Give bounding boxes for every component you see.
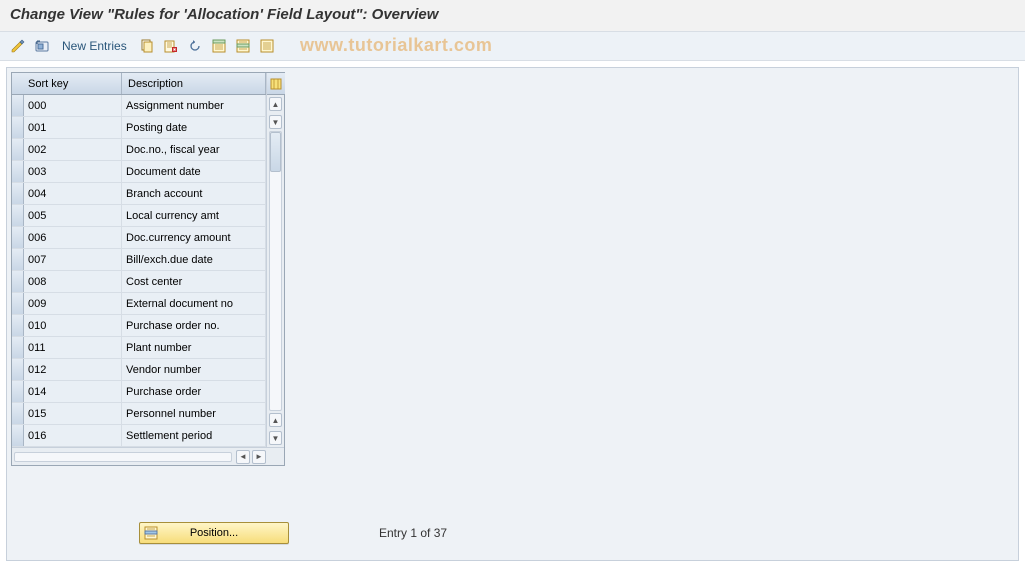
hscroll-track[interactable]	[14, 452, 232, 462]
cell-sort-key[interactable]: 002	[24, 139, 122, 160]
row-selector[interactable]	[12, 315, 24, 336]
deselect-all-icon[interactable]	[257, 36, 277, 56]
scrollbar-thumb[interactable]	[270, 132, 281, 172]
table-row[interactable]: 011Plant number	[12, 337, 266, 359]
table-row[interactable]: 005Local currency amt	[12, 205, 266, 227]
copy-as-icon[interactable]	[137, 36, 157, 56]
cell-sort-key[interactable]: 007	[24, 249, 122, 270]
table-row[interactable]: 000Assignment number	[12, 95, 266, 117]
cell-description[interactable]: Settlement period	[122, 425, 266, 446]
row-selector[interactable]	[12, 293, 24, 314]
table-row[interactable]: 002Doc.no., fiscal year	[12, 139, 266, 161]
cell-description[interactable]: Local currency amt	[122, 205, 266, 226]
cell-sort-key[interactable]: 009	[24, 293, 122, 314]
table-row[interactable]: 014Purchase order	[12, 381, 266, 403]
page-title: Change View "Rules for 'Allocation' Fiel…	[0, 0, 1025, 31]
cell-description[interactable]: Purchase order	[122, 381, 266, 402]
cell-description[interactable]: External document no	[122, 293, 266, 314]
table-row[interactable]: 001Posting date	[12, 117, 266, 139]
column-header-description[interactable]: Description	[122, 73, 266, 94]
cell-sort-key[interactable]: 003	[24, 161, 122, 182]
row-selector[interactable]	[12, 161, 24, 182]
table-row[interactable]: 008Cost center	[12, 271, 266, 293]
cell-description[interactable]: Doc.currency amount	[122, 227, 266, 248]
footer-row: Position... Entry 1 of 37	[139, 522, 447, 544]
select-all-icon[interactable]	[209, 36, 229, 56]
cell-description[interactable]: Cost center	[122, 271, 266, 292]
position-button-label: Position...	[190, 527, 238, 539]
table-row[interactable]: 009External document no	[12, 293, 266, 315]
row-selector[interactable]	[12, 117, 24, 138]
cell-description[interactable]: Bill/exch.due date	[122, 249, 266, 270]
table-row[interactable]: 006Doc.currency amount	[12, 227, 266, 249]
row-selector[interactable]	[12, 271, 24, 292]
scroll-up-button[interactable]: ▲	[269, 97, 282, 111]
row-selector[interactable]	[12, 381, 24, 402]
cell-sort-key[interactable]: 011	[24, 337, 122, 358]
cell-sort-key[interactable]: 001	[24, 117, 122, 138]
row-selector[interactable]	[12, 139, 24, 160]
cell-sort-key[interactable]: 015	[24, 403, 122, 424]
undo-icon[interactable]	[185, 36, 205, 56]
cell-sort-key[interactable]: 008	[24, 271, 122, 292]
row-selector[interactable]	[12, 227, 24, 248]
table-row[interactable]: 004Branch account	[12, 183, 266, 205]
scrollbar-track[interactable]	[269, 131, 282, 411]
scroll-down-button-2[interactable]: ▼	[269, 431, 282, 445]
watermark: www.tutorialkart.com	[300, 35, 492, 56]
row-selector[interactable]	[12, 205, 24, 226]
column-header-sort-key[interactable]: Sort key	[12, 73, 122, 94]
cell-sort-key[interactable]: 012	[24, 359, 122, 380]
cell-sort-key[interactable]: 004	[24, 183, 122, 204]
row-selector[interactable]	[12, 249, 24, 270]
cell-description[interactable]: Branch account	[122, 183, 266, 204]
toggle-display-change-icon[interactable]	[8, 36, 28, 56]
configure-columns-icon[interactable]	[267, 73, 285, 95]
entry-counter: Entry 1 of 37	[379, 526, 447, 540]
horizontal-scrollbar[interactable]: ◄ ►	[12, 447, 284, 465]
cell-description[interactable]: Assignment number	[122, 95, 266, 116]
scroll-up-button-2[interactable]: ▲	[269, 413, 282, 427]
row-selector[interactable]	[12, 337, 24, 358]
content-area: Sort key Description 000Assignment numbe…	[6, 67, 1019, 561]
scroll-down-button[interactable]: ▼	[269, 115, 282, 129]
table-row[interactable]: 016Settlement period	[12, 425, 266, 447]
new-entries-button[interactable]: New Entries	[56, 37, 133, 55]
select-block-icon[interactable]	[233, 36, 253, 56]
table-row[interactable]: 015Personnel number	[12, 403, 266, 425]
row-selector[interactable]	[12, 359, 24, 380]
cell-sort-key[interactable]: 014	[24, 381, 122, 402]
cell-sort-key[interactable]: 006	[24, 227, 122, 248]
position-icon	[144, 526, 158, 540]
cell-description[interactable]: Posting date	[122, 117, 266, 138]
cell-sort-key[interactable]: 000	[24, 95, 122, 116]
toolbar: New Entries www.tutorialkart.com	[0, 31, 1025, 61]
table-row[interactable]: 007Bill/exch.due date	[12, 249, 266, 271]
row-selector[interactable]	[12, 425, 24, 446]
scroll-left-button[interactable]: ◄	[236, 450, 250, 464]
cell-sort-key[interactable]: 010	[24, 315, 122, 336]
table-row[interactable]: 010Purchase order no.	[12, 315, 266, 337]
row-selector[interactable]	[12, 95, 24, 116]
position-button[interactable]: Position...	[139, 522, 289, 544]
cell-description[interactable]: Purchase order no.	[122, 315, 266, 336]
cell-description[interactable]: Doc.no., fiscal year	[122, 139, 266, 160]
cell-description[interactable]: Personnel number	[122, 403, 266, 424]
cell-description[interactable]: Document date	[122, 161, 266, 182]
cell-description[interactable]: Vendor number	[122, 359, 266, 380]
vertical-scrollbar[interactable]: ▲ ▼ ▲ ▼	[266, 73, 284, 447]
table-header-row: Sort key Description	[12, 73, 266, 95]
scroll-right-button[interactable]: ►	[252, 450, 266, 464]
row-selector[interactable]	[12, 403, 24, 424]
cell-description[interactable]: Plant number	[122, 337, 266, 358]
table-row[interactable]: 003Document date	[12, 161, 266, 183]
table: Sort key Description 000Assignment numbe…	[11, 72, 285, 466]
delete-icon[interactable]	[161, 36, 181, 56]
cell-sort-key[interactable]: 005	[24, 205, 122, 226]
row-selector[interactable]	[12, 183, 24, 204]
expand-icon[interactable]	[32, 36, 52, 56]
cell-sort-key[interactable]: 016	[24, 425, 122, 446]
table-row[interactable]: 012Vendor number	[12, 359, 266, 381]
